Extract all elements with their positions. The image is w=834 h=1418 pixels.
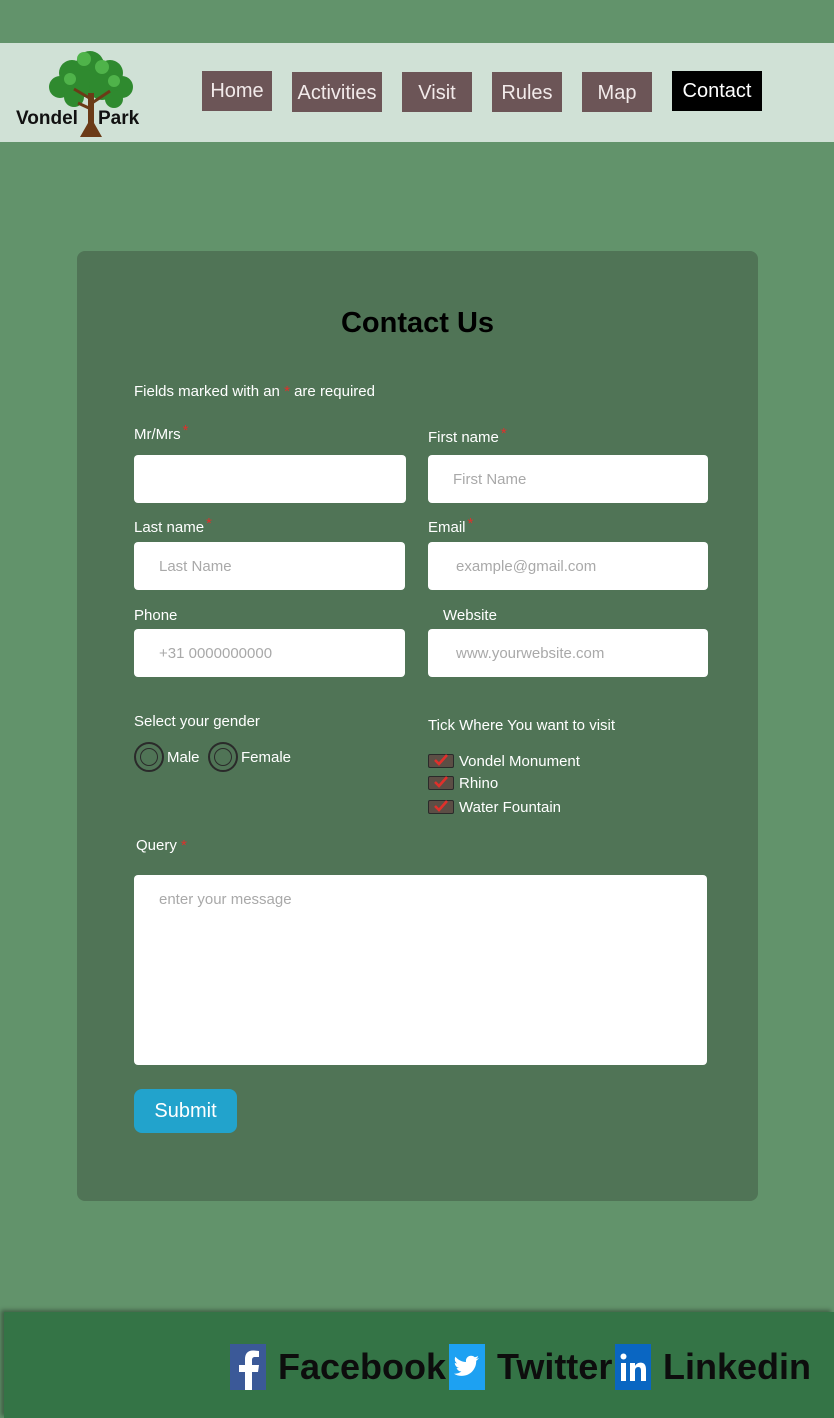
- required-note: Fields marked with an * are required: [134, 383, 375, 400]
- site-footer: Facebook Twitter Linkedin: [4, 1312, 834, 1418]
- website-label: Website: [443, 607, 497, 624]
- linkedin-label: Linkedin: [663, 1346, 812, 1387]
- radio-male[interactable]: [134, 742, 164, 772]
- logo-word-vondel: Vondel: [16, 108, 78, 129]
- mr-mrs-field[interactable]: [134, 455, 406, 503]
- nav-home[interactable]: Home: [202, 71, 272, 111]
- required-note-text: Fields marked with an: [134, 383, 280, 400]
- checkbox-vondel-monument-label: Vondel Monument: [459, 753, 580, 770]
- twitter-link[interactable]: Twitter: [449, 1344, 612, 1390]
- checkbox-water-fountain-label: Water Fountain: [459, 799, 561, 816]
- checkmark-icon: [434, 776, 448, 788]
- radio-female[interactable]: [208, 742, 238, 772]
- linkedin-link[interactable]: Linkedin: [615, 1344, 811, 1390]
- vondel-park-logo[interactable]: Vondel Park: [14, 43, 146, 142]
- facebook-icon: [230, 1344, 266, 1390]
- nav-activities[interactable]: Activities: [292, 72, 382, 112]
- required-star: *: [467, 515, 474, 532]
- twitter-icon: [449, 1344, 485, 1390]
- site-header: Vondel Park Home Activities Visit Rules …: [0, 43, 834, 142]
- checkmark-icon: [434, 754, 448, 766]
- visit-label: Tick Where You want to visit: [428, 717, 616, 734]
- first-name-label: First name *: [428, 425, 507, 446]
- checkmark-icon: [434, 800, 448, 812]
- logo-word-park: Park: [98, 108, 140, 129]
- checkbox-rhino-label: Rhino: [459, 775, 499, 792]
- radio-female-label: Female: [241, 749, 292, 766]
- twitter-label: Twitter: [497, 1346, 613, 1387]
- email-label-text: Email: [428, 519, 466, 536]
- phone-label: Phone: [134, 607, 178, 624]
- linkedin-icon: [615, 1344, 651, 1390]
- required-star: *: [284, 383, 290, 400]
- mr-mrs-label-text: Mr/Mrs: [134, 426, 181, 443]
- gender-label: Select your gender: [134, 713, 260, 730]
- last-name-field[interactable]: [134, 542, 405, 590]
- nav-contact[interactable]: Contact: [672, 71, 762, 111]
- last-name-label: Last name *: [134, 515, 212, 536]
- required-star: *: [206, 515, 212, 532]
- required-star: *: [182, 422, 189, 439]
- required-star: *: [500, 425, 507, 442]
- website-field[interactable]: [428, 629, 708, 677]
- required-star: *: [181, 837, 187, 854]
- page-title: Contact Us: [340, 307, 495, 339]
- nav-map[interactable]: Map: [582, 72, 652, 112]
- checkbox-vondel-monument[interactable]: [428, 754, 454, 768]
- mr-mrs-label: Mr/Mrs *: [134, 422, 189, 443]
- email-field[interactable]: [428, 542, 708, 590]
- submit-button[interactable]: Submit: [134, 1089, 237, 1133]
- query-label-text: Query: [136, 837, 177, 854]
- radio-male-label: Male: [167, 749, 200, 766]
- first-name-field[interactable]: [428, 455, 708, 503]
- query-textarea[interactable]: [134, 875, 707, 1065]
- checkbox-water-fountain[interactable]: [428, 800, 454, 814]
- checkbox-rhino[interactable]: [428, 776, 454, 790]
- query-label: Query *: [136, 837, 187, 854]
- first-name-label-text: First name: [428, 429, 499, 446]
- nav-rules[interactable]: Rules: [492, 72, 562, 112]
- facebook-label: Facebook: [278, 1346, 447, 1387]
- phone-field[interactable]: [134, 629, 405, 677]
- facebook-link[interactable]: Facebook: [230, 1344, 446, 1390]
- required-note-text-end: are required: [294, 383, 375, 400]
- last-name-label-text: Last name: [134, 519, 205, 536]
- email-label: Email *: [428, 515, 473, 536]
- nav-visit[interactable]: Visit: [402, 72, 472, 112]
- contact-form-card: Contact Us Fields marked with an * are r…: [77, 251, 758, 1201]
